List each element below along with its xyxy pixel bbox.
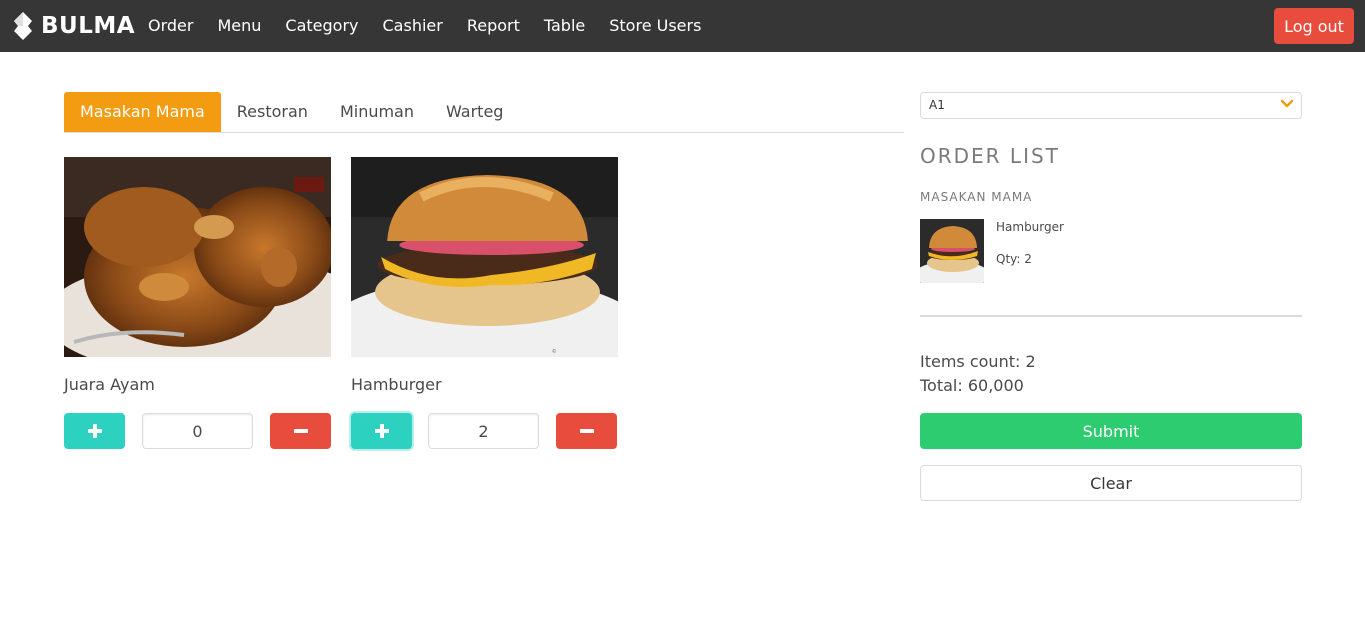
plus-icon [374, 424, 389, 438]
table-select-value: A1 [929, 98, 945, 112]
order-item-qty: Qty: 2 [996, 252, 1032, 266]
nav-item-table[interactable]: Table [532, 0, 597, 52]
order-list-title: ORDER LIST [920, 144, 1060, 168]
hamburger-thumbnail [920, 219, 984, 283]
category-tabs: Masakan Mama Restoran Minuman Warteg [64, 92, 904, 133]
order-category-label: MASAKAN MAMA [920, 190, 1033, 204]
submit-button[interactable]: Submit [920, 413, 1302, 449]
nav-item-report[interactable]: Report [455, 0, 532, 52]
tab-restoran[interactable]: Restoran [221, 92, 324, 132]
plus-icon [87, 424, 102, 438]
order-item-name: Hamburger [996, 220, 1064, 234]
minus-icon [579, 429, 594, 433]
tab-masakan-mama[interactable]: Masakan Mama [64, 92, 221, 132]
increase-quantity-button[interactable] [351, 413, 412, 449]
tab-warteg[interactable]: Warteg [430, 92, 519, 132]
nav-item-order[interactable]: Order [136, 0, 205, 52]
hamburger-photo: © [351, 157, 618, 357]
order-total: Total: 60,000 [920, 376, 1024, 395]
quantity-input[interactable] [428, 413, 539, 449]
nav-menu: Order Menu Category Cashier Report Table… [136, 0, 713, 52]
brand-name: BULMA [41, 13, 136, 39]
product-card: Juara Ayam [64, 157, 331, 449]
svg-text:©: © [552, 348, 557, 355]
logout-button[interactable]: Log out [1274, 8, 1354, 44]
product-name: Juara Ayam [64, 375, 155, 394]
minus-icon [293, 429, 308, 433]
brand-logo[interactable]: BULMA [12, 10, 135, 42]
decrease-quantity-button[interactable] [556, 413, 617, 449]
fried-chicken-photo [64, 157, 331, 357]
nav-item-menu[interactable]: Menu [205, 0, 273, 52]
increase-quantity-button[interactable] [64, 413, 125, 449]
product-card: © Hamburger [351, 157, 618, 449]
decrease-quantity-button[interactable] [270, 413, 331, 449]
table-select[interactable]: A1 [920, 92, 1302, 119]
divider [920, 315, 1302, 317]
nav-item-store-users[interactable]: Store Users [597, 0, 713, 52]
nav-item-cashier[interactable]: Cashier [371, 0, 455, 52]
navbar: BULMA Order Menu Category Cashier Report… [0, 0, 1365, 52]
quantity-controls [351, 413, 617, 449]
clear-button[interactable]: Clear [920, 465, 1302, 501]
bulma-logo-icon [14, 12, 32, 40]
chevron-down-icon [1281, 99, 1293, 108]
nav-item-category[interactable]: Category [273, 0, 370, 52]
quantity-controls [64, 413, 331, 449]
order-list-item: Hamburger Qty: 2 [920, 219, 1302, 283]
items-count: Items count: 2 [920, 352, 1036, 371]
quantity-input[interactable] [142, 413, 253, 449]
tab-minuman[interactable]: Minuman [324, 92, 430, 132]
product-name: Hamburger [351, 375, 442, 394]
